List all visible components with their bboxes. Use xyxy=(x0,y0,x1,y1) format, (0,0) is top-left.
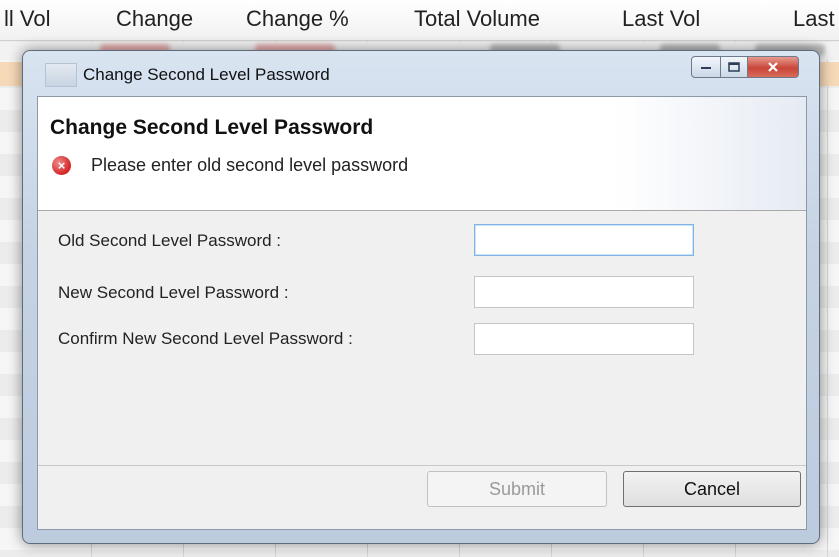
new-password-input[interactable] xyxy=(474,276,694,308)
column-header[interactable]: Change xyxy=(116,6,193,32)
error-message: Please enter old second level password xyxy=(91,155,409,175)
close-button[interactable] xyxy=(748,56,799,78)
column-header[interactable]: ll Vol xyxy=(4,6,50,32)
background-table-header: ll Vol Change Change % Total Volume Last… xyxy=(0,0,839,41)
caption-buttons xyxy=(691,56,799,78)
submit-button[interactable]: Submit xyxy=(427,471,607,507)
column-header[interactable]: Last xyxy=(793,6,835,32)
new-password-label: New Second Level Password : xyxy=(58,283,289,302)
cancel-button[interactable]: Cancel xyxy=(623,471,801,507)
minimize-icon xyxy=(701,67,711,69)
maximize-button[interactable] xyxy=(721,56,748,78)
old-password-input[interactable] xyxy=(474,224,694,256)
minimize-button[interactable] xyxy=(691,56,721,78)
column-header[interactable]: Total Volume xyxy=(414,6,540,32)
confirm-password-label: Confirm New Second Level Password : xyxy=(58,329,353,348)
footer-divider xyxy=(38,465,806,466)
old-password-label: Old Second Level Password : xyxy=(58,231,282,250)
window-title: Change Second Level Password xyxy=(83,65,330,84)
confirm-password-input[interactable] xyxy=(474,323,694,355)
dialog-heading: Change Second Level Password xyxy=(50,116,374,139)
dialog-body: Change Second Level Password × Please en… xyxy=(37,96,807,530)
app-icon xyxy=(45,63,77,87)
column-header[interactable]: Last Vol xyxy=(622,6,700,32)
change-password-dialog: Change Second Level Password Change Seco… xyxy=(22,50,820,544)
close-icon xyxy=(768,62,778,72)
dialog-titlebar[interactable]: Change Second Level Password xyxy=(23,51,819,97)
maximize-icon xyxy=(728,62,740,72)
column-header[interactable]: Change % xyxy=(246,6,349,32)
dialog-banner: Change Second Level Password × Please en… xyxy=(38,97,806,211)
error-icon: × xyxy=(52,156,71,175)
